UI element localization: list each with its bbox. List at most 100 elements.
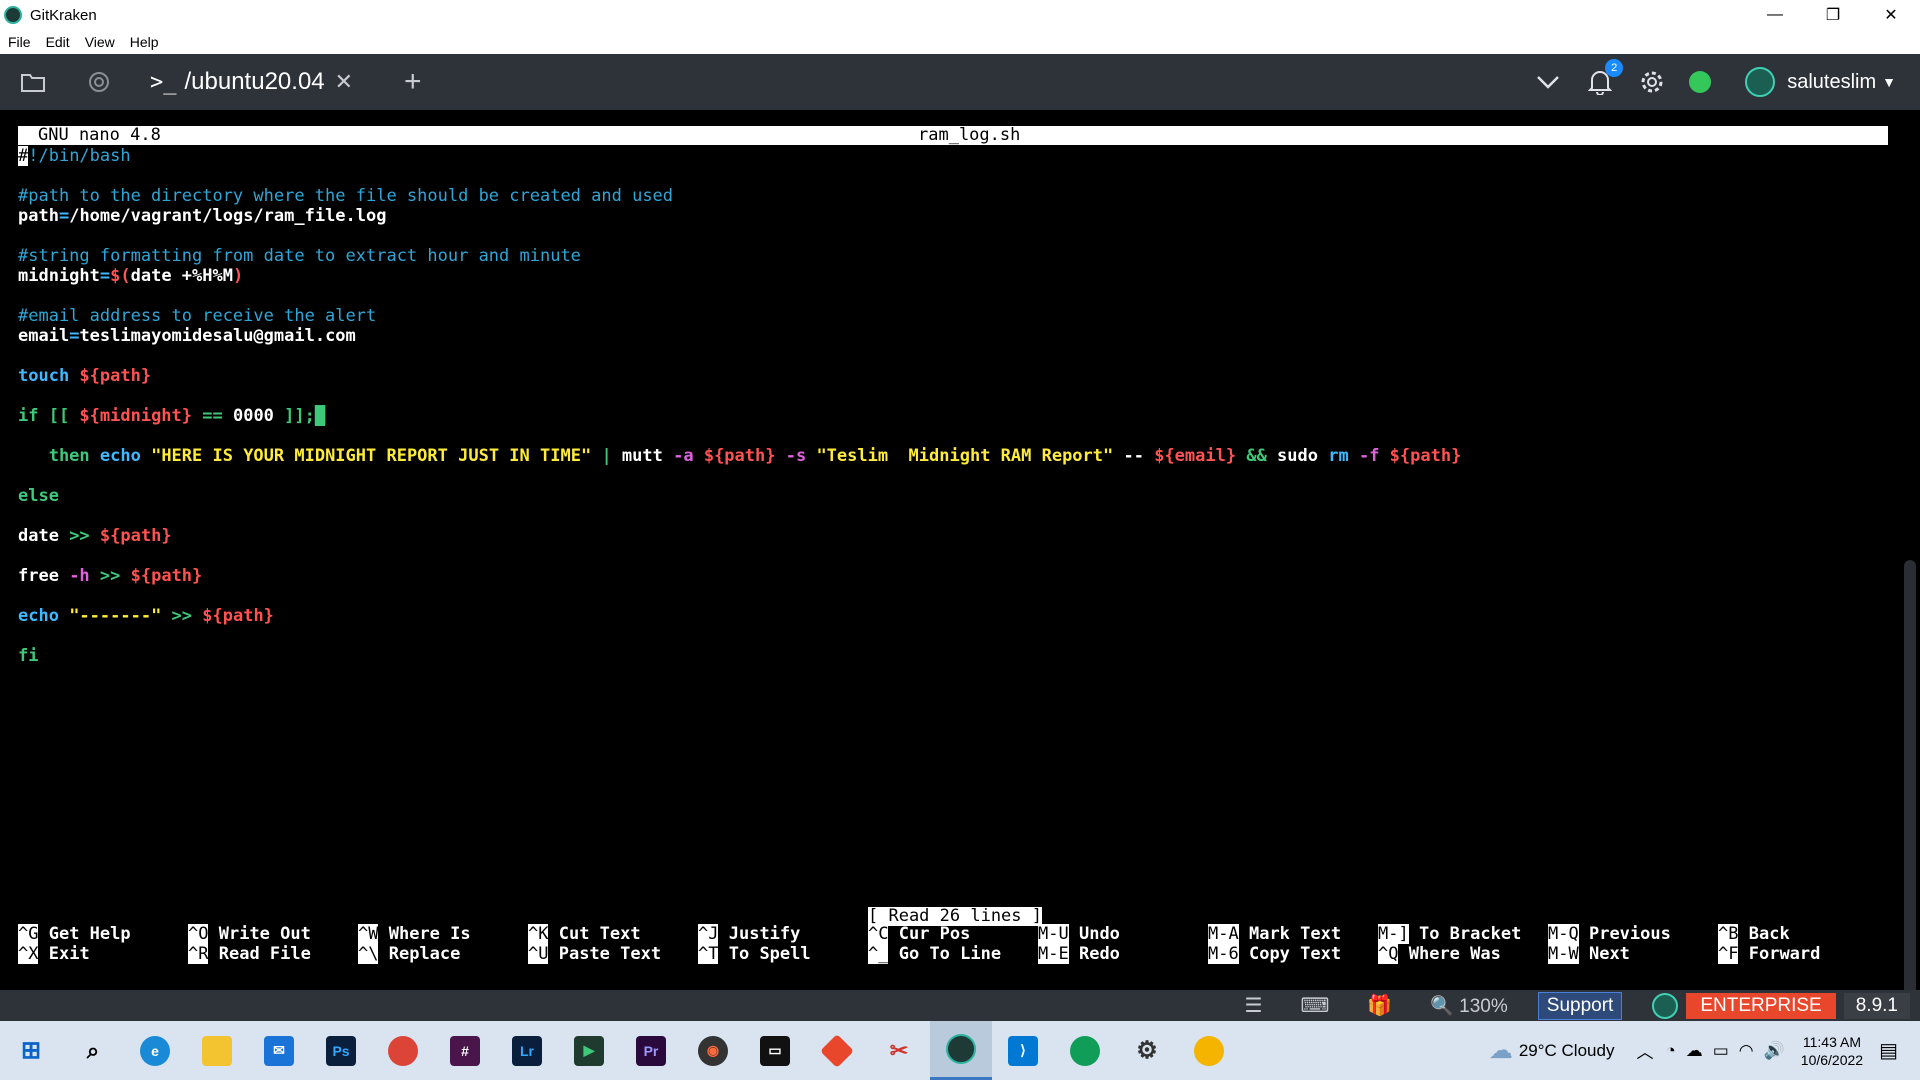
menu-help[interactable]: Help bbox=[130, 34, 159, 50]
taskbar-app-gitkraken[interactable] bbox=[930, 1021, 992, 1080]
shortcut-item[interactable]: ^C Cur Pos bbox=[868, 924, 1038, 944]
tab-terminal[interactable]: >_ /ubuntu20.04 ✕ bbox=[150, 54, 353, 110]
taskbar-app-chrome[interactable] bbox=[372, 1021, 434, 1080]
lightroom-icon: Lr bbox=[512, 1035, 542, 1066]
code-line: touch ${path} bbox=[18, 366, 152, 386]
shortcut-key: ^U bbox=[528, 944, 549, 964]
taskbar-app-chrome-3[interactable] bbox=[1178, 1021, 1240, 1080]
taskbar-app-media[interactable]: ◉ bbox=[682, 1021, 744, 1080]
taskbar-app-mail[interactable]: ✉ bbox=[248, 1021, 310, 1080]
gitkraken-logo-icon bbox=[4, 6, 22, 24]
shortcut-column: ^K Cut Text ^U Paste Text bbox=[528, 924, 698, 964]
gitkraken-radar-icon[interactable] bbox=[84, 67, 114, 97]
onedrive-icon[interactable]: ☁ bbox=[1686, 1041, 1703, 1061]
shortcut-key: ^\ bbox=[358, 944, 379, 964]
shortcut-item[interactable]: ^R Read File bbox=[188, 944, 358, 964]
shortcut-item[interactable]: ^B Back bbox=[1718, 924, 1888, 944]
shortcut-label: Copy Text bbox=[1248, 944, 1342, 964]
network-icon[interactable]: ◔ bbox=[1665, 1041, 1675, 1061]
chrome-icon bbox=[1070, 1035, 1100, 1066]
shortcut-item[interactable]: ^F Forward bbox=[1718, 944, 1888, 964]
gitkraken-icon bbox=[946, 1034, 976, 1064]
taskbar-app-vscode[interactable]: ⟩ bbox=[992, 1021, 1054, 1080]
taskbar-app-photoshop[interactable]: Ps bbox=[310, 1021, 372, 1080]
shortcut-item[interactable]: M-U Undo bbox=[1038, 924, 1208, 944]
shortcut-column: M-] To Bracket ^Q Where Was bbox=[1378, 924, 1548, 964]
shortcut-item[interactable]: M-] To Bracket bbox=[1378, 924, 1548, 944]
shortcut-item[interactable]: ^J Justify bbox=[698, 924, 868, 944]
chevron-down-icon[interactable] bbox=[1533, 67, 1563, 97]
shortcut-label: Mark Text bbox=[1248, 924, 1342, 944]
taskbar-app-premiere[interactable]: Pr bbox=[620, 1021, 682, 1080]
shortcut-item[interactable]: ^T To Spell bbox=[698, 944, 868, 964]
shortcut-item[interactable]: ^_ Go To Line bbox=[868, 944, 1038, 964]
minimize-button[interactable]: — bbox=[1746, 0, 1804, 30]
nano-version: GNU nano 4.8 bbox=[38, 125, 161, 145]
shortcut-label: Where Is bbox=[388, 924, 471, 944]
shortcut-item[interactable]: M-Q Previous bbox=[1548, 924, 1718, 944]
taskbar-app-lightroom[interactable]: Lr bbox=[496, 1021, 558, 1080]
username-label[interactable]: saluteslim bbox=[1787, 71, 1876, 94]
shortcut-item[interactable]: ^G Get Help bbox=[18, 924, 188, 944]
shortcut-item[interactable]: M-W Next bbox=[1548, 944, 1718, 964]
git-icon bbox=[820, 1033, 854, 1068]
taskbar-app-explorer[interactable] bbox=[186, 1021, 248, 1080]
menu-edit[interactable]: Edit bbox=[46, 34, 70, 50]
shortcut-item[interactable]: ^W Where Is bbox=[358, 924, 528, 944]
menu-file[interactable]: File bbox=[8, 34, 31, 50]
chrome-icon bbox=[388, 1035, 418, 1066]
bell-icon[interactable]: 2 bbox=[1585, 59, 1624, 97]
tab-close-icon[interactable]: ✕ bbox=[335, 69, 353, 95]
list-icon[interactable]: ☰ bbox=[1245, 993, 1263, 1018]
weather-label[interactable]: 29°C Cloudy bbox=[1519, 1041, 1615, 1061]
menu-view[interactable]: View bbox=[85, 34, 115, 50]
terminal-prompt-icon: >_ bbox=[150, 69, 177, 95]
caret-down-icon[interactable]: ▼ bbox=[1882, 74, 1896, 90]
volume-icon[interactable]: 🔊 bbox=[1764, 1041, 1785, 1061]
close-button[interactable]: ✕ bbox=[1862, 0, 1920, 30]
shortcut-column: ^G Get Help ^X Exit bbox=[18, 924, 188, 964]
user-avatar[interactable] bbox=[1745, 67, 1776, 97]
chevron-up-icon[interactable]: ︿ bbox=[1636, 1038, 1653, 1063]
shortcut-item[interactable]: ^O Write Out bbox=[188, 924, 358, 944]
taskbar-app-git[interactable] bbox=[806, 1021, 868, 1080]
shortcut-label: To Spell bbox=[728, 944, 811, 964]
search-button[interactable]: ⌕ bbox=[62, 1021, 124, 1080]
shortcut-item[interactable]: M-A Mark Text bbox=[1208, 924, 1378, 944]
taskbar-app-chrome-2[interactable] bbox=[1054, 1021, 1116, 1080]
restore-button[interactable]: ❐ bbox=[1804, 0, 1862, 30]
editor-content[interactable]: #!/bin/bash #path to the directory where… bbox=[18, 146, 1461, 666]
shortcut-item[interactable]: ^U Paste Text bbox=[528, 944, 698, 964]
search-icon: ⌕ bbox=[86, 1037, 100, 1063]
clock[interactable]: 11:43 AM 10/6/2022 bbox=[1801, 1033, 1863, 1069]
shortcut-item[interactable]: ^K Cut Text bbox=[528, 924, 698, 944]
window-title: GitKraken bbox=[30, 6, 97, 24]
gitkraken-logo-icon bbox=[1652, 992, 1679, 1019]
gift-icon[interactable]: 🎁 bbox=[1367, 993, 1392, 1018]
shortcut-item[interactable]: M-6 Copy Text bbox=[1208, 944, 1378, 964]
code-line: path=/home/vagrant/logs/ram_file.log bbox=[18, 206, 387, 226]
taskbar-app-terminal[interactable]: ▭ bbox=[744, 1021, 806, 1080]
shortcut-item[interactable]: ^Q Where Was bbox=[1378, 944, 1548, 964]
folder-icon[interactable] bbox=[18, 67, 48, 97]
shortcut-item[interactable]: ^\ Replace bbox=[358, 944, 528, 964]
shortcut-item[interactable]: M-E Redo bbox=[1038, 944, 1208, 964]
notification-center-icon[interactable]: ▤ bbox=[1879, 1038, 1898, 1063]
taskbar-app-slack[interactable]: # bbox=[434, 1021, 496, 1080]
taskbar-app-dev-tool[interactable]: ▶ bbox=[558, 1021, 620, 1080]
zoom-level[interactable]: 🔍 130% bbox=[1430, 994, 1508, 1018]
shortcut-item[interactable]: ^X Exit bbox=[18, 944, 188, 964]
gear-icon[interactable] bbox=[1637, 67, 1667, 97]
terminal-pane[interactable]: GNU nano 4.8 ram_log.sh #!/bin/bash #pat… bbox=[0, 110, 1920, 1080]
wifi-icon[interactable]: ◠ bbox=[1739, 1041, 1754, 1061]
support-button[interactable]: Support bbox=[1537, 991, 1623, 1020]
add-tab-button[interactable]: + bbox=[404, 67, 422, 97]
taskbar-app-edge[interactable]: e bbox=[124, 1021, 186, 1080]
taskbar-app-tool[interactable]: ✂ bbox=[868, 1021, 930, 1080]
taskbar-app-settings[interactable]: ⚙ bbox=[1116, 1021, 1178, 1080]
keyboard-icon[interactable]: ⌨ bbox=[1300, 993, 1329, 1018]
battery-icon[interactable]: ▭ bbox=[1713, 1041, 1729, 1061]
start-button[interactable]: ⊞ bbox=[0, 1021, 62, 1080]
